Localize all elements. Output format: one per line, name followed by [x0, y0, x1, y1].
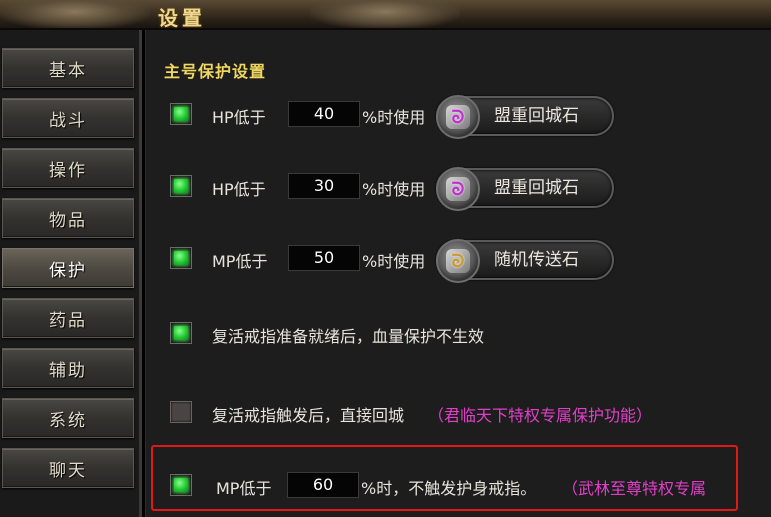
sidebar-item-label: 保护 — [49, 260, 87, 281]
sidebar-item-label: 辅助 — [49, 360, 87, 381]
sidebar-item-label: 物品 — [49, 210, 87, 231]
suffix-label: %时使用 — [362, 252, 426, 271]
dragon-ornament-left — [0, 0, 150, 28]
window-title: 设置 — [158, 6, 206, 30]
item-label: 盟重回城石 — [494, 106, 579, 126]
revive-trigger-checkbox[interactable] — [170, 401, 192, 423]
hp-threshold-2-input[interactable]: 30 — [288, 173, 360, 199]
revive-trigger-label: 复活戒指触发后，直接回城 — [212, 406, 405, 425]
return-stone-icon: ᘐ — [436, 167, 480, 211]
revive-ready-checkbox[interactable] — [170, 322, 192, 344]
item-label: 随机传送石 — [494, 250, 579, 270]
return-stone-button-1[interactable]: ᘐ 盟重回城石 — [436, 95, 614, 139]
sidebar-item-items[interactable]: 物品 — [2, 198, 134, 238]
sidebar-item-label: 聊天 — [49, 460, 87, 481]
item-label: 盟重回城石 — [494, 178, 579, 198]
sidebar-item-operation[interactable]: 操作 — [2, 148, 134, 188]
revive-ready-label: 复活戒指准备就绪后，血量保护不生效 — [212, 327, 485, 346]
privilege-note: （君临天下特权专属保护功能） — [428, 406, 653, 425]
sidebar-item-chat[interactable]: 聊天 — [2, 448, 134, 488]
dragon-ornament-right — [310, 0, 460, 28]
hp-protect-1-checkbox[interactable] — [170, 103, 192, 125]
stat-label: HP低于 — [212, 108, 266, 127]
sidebar-item-system[interactable]: 系统 — [2, 398, 134, 438]
random-teleport-stone-icon: ᘐ — [436, 239, 480, 283]
suffix-label: %时使用 — [362, 180, 426, 199]
hp-protect-row-2: HP低于 30 %时使用 ᘐ 盟重回城石 — [146, 166, 771, 211]
revive-trigger-row: 复活戒指触发后，直接回城 （君临天下特权专属保护功能） — [146, 392, 771, 432]
sidebar-item-basic[interactable]: 基本 — [2, 48, 134, 88]
sidebar-item-label: 操作 — [49, 160, 87, 181]
sidebar-item-protection[interactable]: 保护 — [2, 248, 134, 288]
mp-ring-checkbox[interactable] — [170, 474, 192, 496]
return-stone-icon: ᘐ — [436, 95, 480, 139]
hp-protect-row-1: HP低于 40 %时使用 ᘐ 盟重回城石 — [146, 94, 771, 139]
mp-ring-suffix: %时，不触发护身戒指。 — [361, 479, 537, 498]
revive-ready-row: 复活戒指准备就绪后，血量保护不生效 — [146, 313, 771, 353]
stat-label: MP低于 — [216, 479, 272, 498]
hp-threshold-1-input[interactable]: 40 — [288, 101, 360, 127]
sidebar-item-combat[interactable]: 战斗 — [2, 98, 134, 138]
mp-protect-row: MP低于 50 %时使用 ᘐ 随机传送石 — [146, 238, 771, 283]
stat-label: HP低于 — [212, 180, 266, 199]
stat-label: MP低于 — [212, 252, 268, 271]
sidebar-item-label: 战斗 — [49, 110, 87, 131]
sidebar: 基本 战斗 操作 物品 保护 药品 辅助 系统 聊天 — [0, 30, 142, 517]
mp-ring-row: MP低于 60 %时，不触发护身戒指。 （武林至尊特权专属 — [146, 465, 771, 505]
sidebar-item-label: 基本 — [49, 60, 87, 81]
mp-ring-threshold-input[interactable]: 60 — [287, 472, 359, 498]
sidebar-item-assist[interactable]: 辅助 — [2, 348, 134, 388]
return-stone-button-2[interactable]: ᘐ 盟重回城石 — [436, 167, 614, 211]
privilege-note: （武林至尊特权专属 — [562, 479, 707, 498]
settings-panel: 主号保护设置 HP低于 40 %时使用 ᘐ 盟重回城石 HP低于 30 %时使用… — [145, 30, 771, 517]
sidebar-item-potions[interactable]: 药品 — [2, 298, 134, 338]
random-teleport-stone-button[interactable]: ᘐ 随机传送石 — [436, 239, 614, 283]
hp-protect-2-checkbox[interactable] — [170, 175, 192, 197]
sidebar-item-label: 药品 — [49, 310, 87, 331]
title-bar: 设置 — [0, 0, 771, 30]
mp-protect-checkbox[interactable] — [170, 247, 192, 269]
sidebar-item-label: 系统 — [49, 410, 87, 431]
suffix-label: %时使用 — [362, 108, 426, 127]
mp-threshold-input[interactable]: 50 — [288, 245, 360, 271]
section-title: 主号保护设置 — [164, 62, 267, 81]
